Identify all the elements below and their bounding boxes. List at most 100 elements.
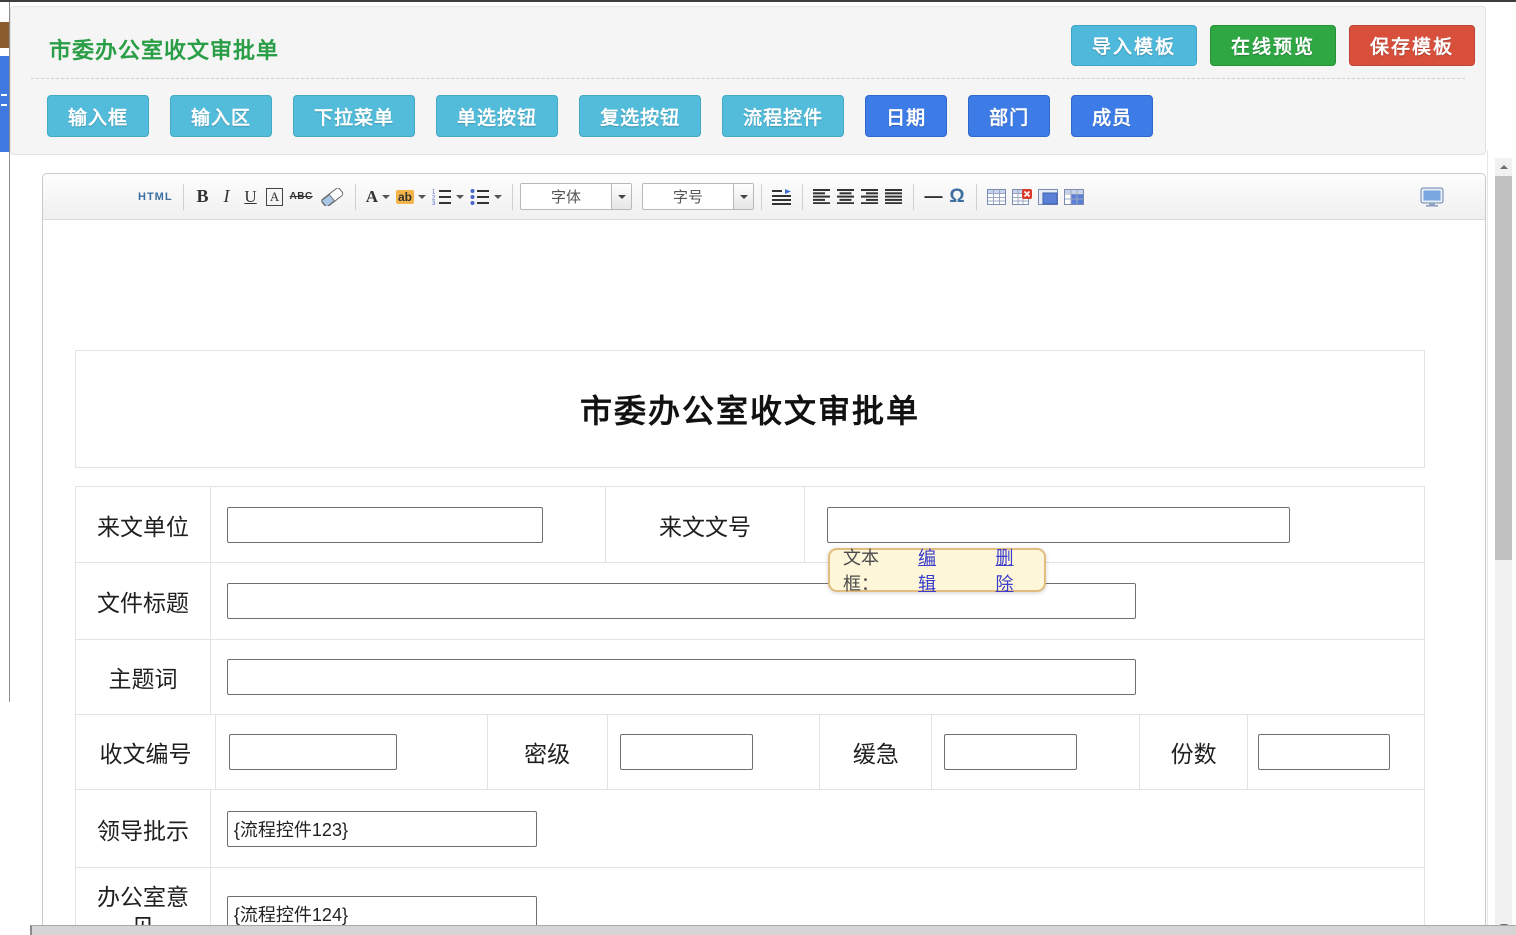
radio-button-button[interactable]: 单选按钮 — [436, 95, 558, 137]
indent-button[interactable] — [769, 184, 795, 210]
arrow-up-icon — [1500, 161, 1508, 169]
urgency-input[interactable] — [944, 734, 1077, 770]
receipt-number-input[interactable] — [229, 734, 397, 770]
strikethrough-button[interactable]: ABC — [287, 184, 316, 210]
date-button[interactable]: 日期 — [865, 95, 947, 137]
input-box-button[interactable]: 输入框 — [47, 95, 149, 137]
scroll-gutter — [1487, 150, 1516, 935]
department-button[interactable]: 部门 — [968, 95, 1050, 137]
checkbox-button[interactable]: 复选按钮 — [579, 95, 701, 137]
monitor-icon — [1420, 187, 1444, 207]
form-title-box: 市委办公室收文审批单 — [75, 350, 1425, 468]
incoming-unit-input[interactable] — [227, 507, 543, 543]
toolbar-separator — [761, 184, 762, 210]
ordered-list-button[interactable]: 1 2 3 — [429, 184, 467, 210]
border-text-button[interactable]: A — [266, 188, 283, 206]
label-copies-count: 份数 — [1140, 715, 1248, 790]
page-title: 市委办公室收文审批单 — [49, 33, 279, 65]
align-right-button[interactable] — [858, 184, 882, 210]
sliver-mark — [1, 104, 7, 106]
align-justify-button[interactable] — [882, 184, 906, 210]
tooltip-label: 文本框： — [843, 544, 914, 596]
delete-table-button[interactable] — [1009, 184, 1035, 210]
font-color-button[interactable]: A — [363, 184, 393, 210]
chevron-down-icon — [418, 195, 426, 203]
cell-subject-words — [211, 640, 1425, 715]
fullscreen-button[interactable] — [1417, 184, 1447, 210]
sliver-blue-block — [0, 56, 9, 152]
chevron-down-icon — [740, 195, 748, 203]
secrecy-level-input[interactable] — [620, 734, 753, 770]
select-dropdown-button[interactable] — [733, 184, 753, 209]
label-document-title: 文件标题 — [76, 563, 211, 640]
subject-words-input[interactable] — [227, 659, 1136, 695]
label-incoming-unit: 来文单位 — [76, 487, 211, 563]
highlight-color-button[interactable]: ab — [393, 184, 429, 210]
special-char-button[interactable]: Ω — [945, 184, 969, 210]
editor-toolbar: HTML B I U A ABC A ab 1 2 — [43, 174, 1485, 220]
label-urgency: 缓急 — [820, 715, 932, 790]
save-template-button[interactable]: 保存模板 — [1349, 25, 1475, 66]
label-leader-instructions: 领导批示 — [76, 790, 211, 868]
eraser-button[interactable] — [316, 184, 348, 210]
document-number-input[interactable] — [827, 507, 1290, 543]
edit-widget-link[interactable]: 编辑 — [918, 544, 954, 596]
align-right-icon — [861, 189, 879, 204]
font-size-select[interactable]: 字号 — [642, 183, 754, 210]
italic-button[interactable]: I — [215, 184, 239, 210]
table-icon — [987, 189, 1006, 205]
table-row: 收文编号 密级 缓急 份数 — [76, 715, 1425, 790]
vertical-scrollbar[interactable] — [1495, 158, 1512, 935]
scrollbar-thumb[interactable] — [1495, 176, 1512, 560]
scroll-up-button[interactable] — [1495, 158, 1512, 175]
delete-table-icon — [1012, 189, 1032, 205]
import-template-button[interactable]: 导入模板 — [1071, 25, 1197, 66]
label-document-number: 来文文号 — [606, 487, 806, 563]
cell-properties-icon — [1064, 189, 1084, 205]
html-source-button[interactable]: HTML — [135, 184, 176, 210]
online-preview-button[interactable]: 在线预览 — [1210, 25, 1336, 66]
table-properties-button[interactable] — [1035, 184, 1061, 210]
svg-text:3: 3 — [432, 201, 436, 205]
input-area-button[interactable]: 输入区 — [170, 95, 272, 137]
header-panel: 市委办公室收文审批单 导入模板 在线预览 保存模板 输入框 输入区 下拉菜单 单… — [10, 6, 1486, 155]
align-center-button[interactable] — [834, 184, 858, 210]
cell-document-title — [211, 563, 1425, 640]
underline-button[interactable]: U — [239, 184, 263, 210]
chevron-down-icon — [456, 195, 464, 203]
chevron-down-icon — [494, 195, 502, 203]
insert-table-button[interactable] — [984, 184, 1009, 210]
select-dropdown-button[interactable] — [611, 184, 631, 209]
rich-text-editor: HTML B I U A ABC A ab 1 2 — [42, 173, 1486, 935]
chevron-down-icon — [382, 195, 390, 203]
horizontal-rule-button[interactable]: — — [921, 184, 945, 210]
cell-receipt-number — [216, 715, 488, 790]
flow-control-button[interactable]: 流程控件 — [722, 95, 844, 137]
cell-urgency — [932, 715, 1140, 790]
member-button[interactable]: 成员 — [1071, 95, 1153, 137]
table-row: 主题词 — [76, 640, 1425, 715]
sliver-brown-block — [0, 22, 9, 48]
dropdown-menu-button[interactable]: 下拉菜单 — [293, 95, 415, 137]
cell-incoming-unit — [211, 487, 606, 563]
delete-widget-link[interactable]: 删除 — [996, 544, 1032, 596]
widget-tooltip: 文本框： 编辑 删除 — [828, 548, 1046, 592]
copies-count-input[interactable] — [1258, 734, 1390, 770]
table-row: 来文单位 来文文号 — [76, 487, 1425, 563]
unordered-list-button[interactable] — [467, 184, 505, 210]
toolbar-separator — [913, 184, 914, 210]
toolbar-separator — [802, 184, 803, 210]
window-top-edge — [0, 0, 1516, 2]
component-button-row: 输入框 输入区 下拉菜单 单选按钮 复选按钮 流程控件 日期 部门 成员 — [47, 95, 1153, 137]
cell-properties-button[interactable] — [1061, 184, 1087, 210]
editor-content[interactable]: 市委办公室收文审批单 来文单位 来文文号 文件标题 — [43, 220, 1485, 934]
unordered-list-icon — [470, 188, 490, 205]
align-left-button[interactable] — [810, 184, 834, 210]
bold-button[interactable]: B — [191, 184, 215, 210]
header-divider — [31, 78, 1465, 79]
leader-instructions-input[interactable] — [227, 811, 537, 847]
header-actions: 导入模板 在线预览 保存模板 — [1071, 25, 1475, 66]
toolbar-separator — [512, 184, 513, 210]
chevron-down-icon — [618, 195, 626, 203]
font-family-select[interactable]: 字体 — [520, 183, 632, 210]
